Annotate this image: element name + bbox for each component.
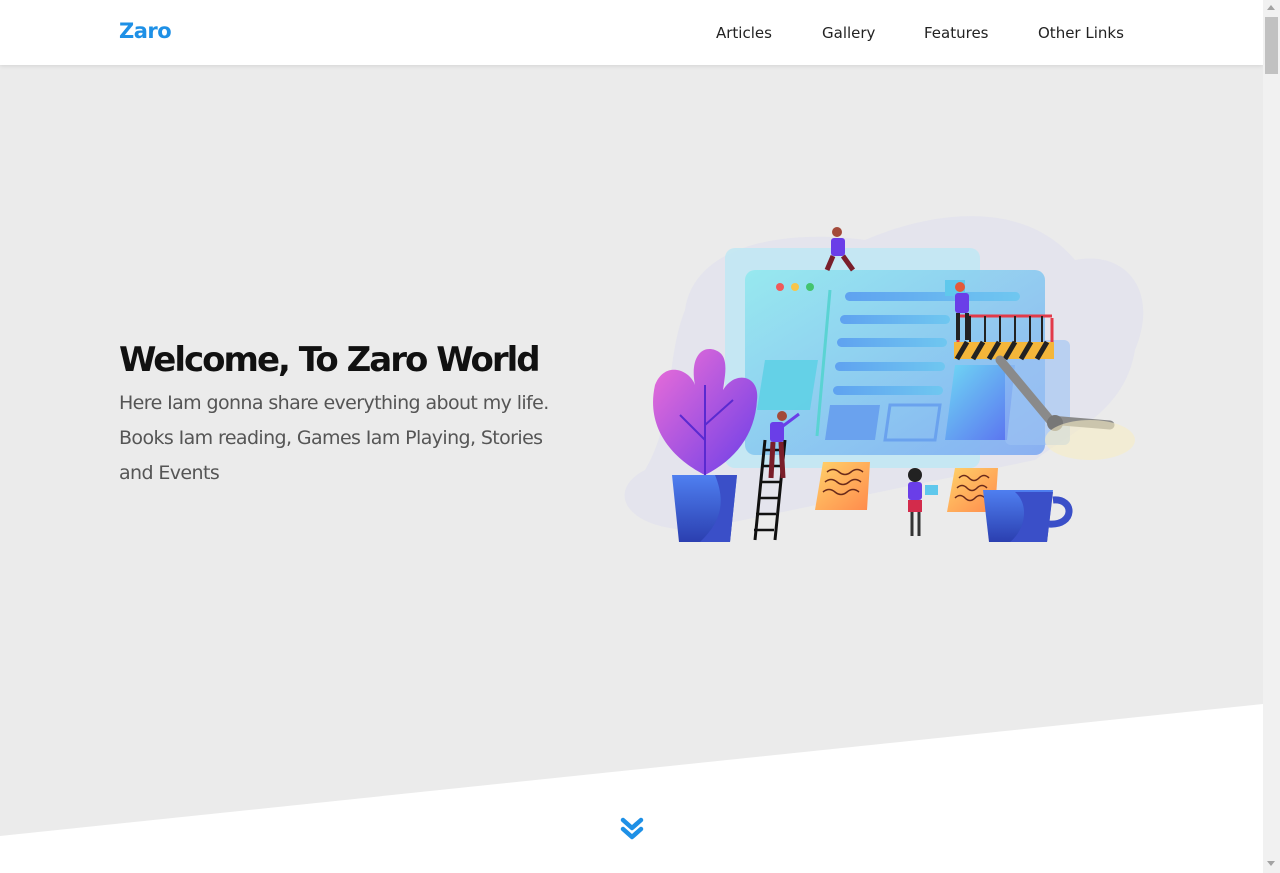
logo[interactable]: Zaro <box>119 19 172 43</box>
hero-title: Welcome, To Zaro World <box>119 340 541 380</box>
window-dot-red <box>776 283 784 291</box>
text-line <box>835 362 945 371</box>
text-line <box>840 315 950 324</box>
vertical-scrollbar[interactable] <box>1263 0 1280 873</box>
text-line <box>837 338 947 347</box>
text-line <box>833 386 943 395</box>
text-line <box>845 292 1020 301</box>
nav-link-other-links[interactable]: Other Links <box>1038 24 1124 42</box>
sticky-note <box>815 462 870 510</box>
page: Zaro Articles Gallery Features Other Lin… <box>0 0 1263 873</box>
nav-link-features[interactable]: Features <box>924 24 989 42</box>
hero-illustration <box>624 216 1144 542</box>
coffee-mug <box>983 490 1073 542</box>
scrollbar-thumb[interactable] <box>1265 17 1278 74</box>
scroll-up-arrow-icon[interactable] <box>1267 5 1275 10</box>
site-header: Zaro Articles Gallery Features Other Lin… <box>0 0 1263 65</box>
scroll-down-arrow-icon[interactable] <box>1267 861 1275 866</box>
window-dot-green <box>806 283 814 291</box>
nav-link-gallery[interactable]: Gallery <box>822 24 875 42</box>
hero-description: Here Iam gonna share everything about my… <box>119 392 549 484</box>
window-dot-yellow <box>791 283 799 291</box>
nav-link-articles[interactable]: Articles <box>716 24 772 42</box>
scroll-down-chevron-icon[interactable] <box>618 814 646 846</box>
